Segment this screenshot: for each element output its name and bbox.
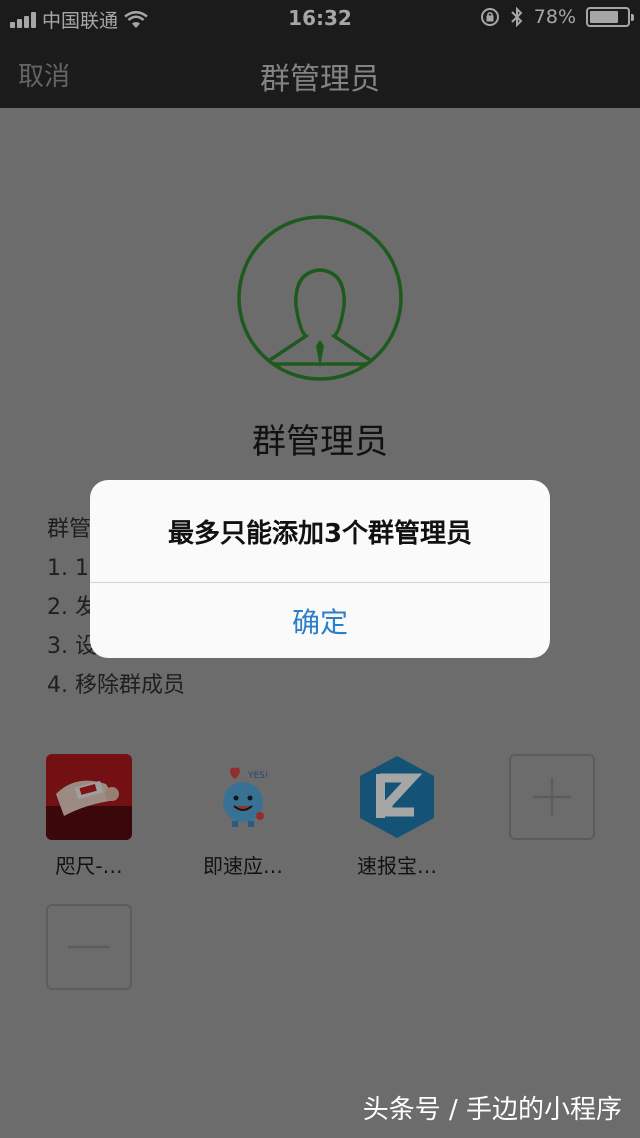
confirm-button[interactable]: 确定 xyxy=(90,583,550,658)
alert-message: 最多只能添加3个群管理员 xyxy=(90,480,550,583)
watermark: 头条号 / 手边的小程序 xyxy=(362,1095,622,1125)
alert-dialog: 最多只能添加3个群管理员 确定 xyxy=(90,480,550,658)
